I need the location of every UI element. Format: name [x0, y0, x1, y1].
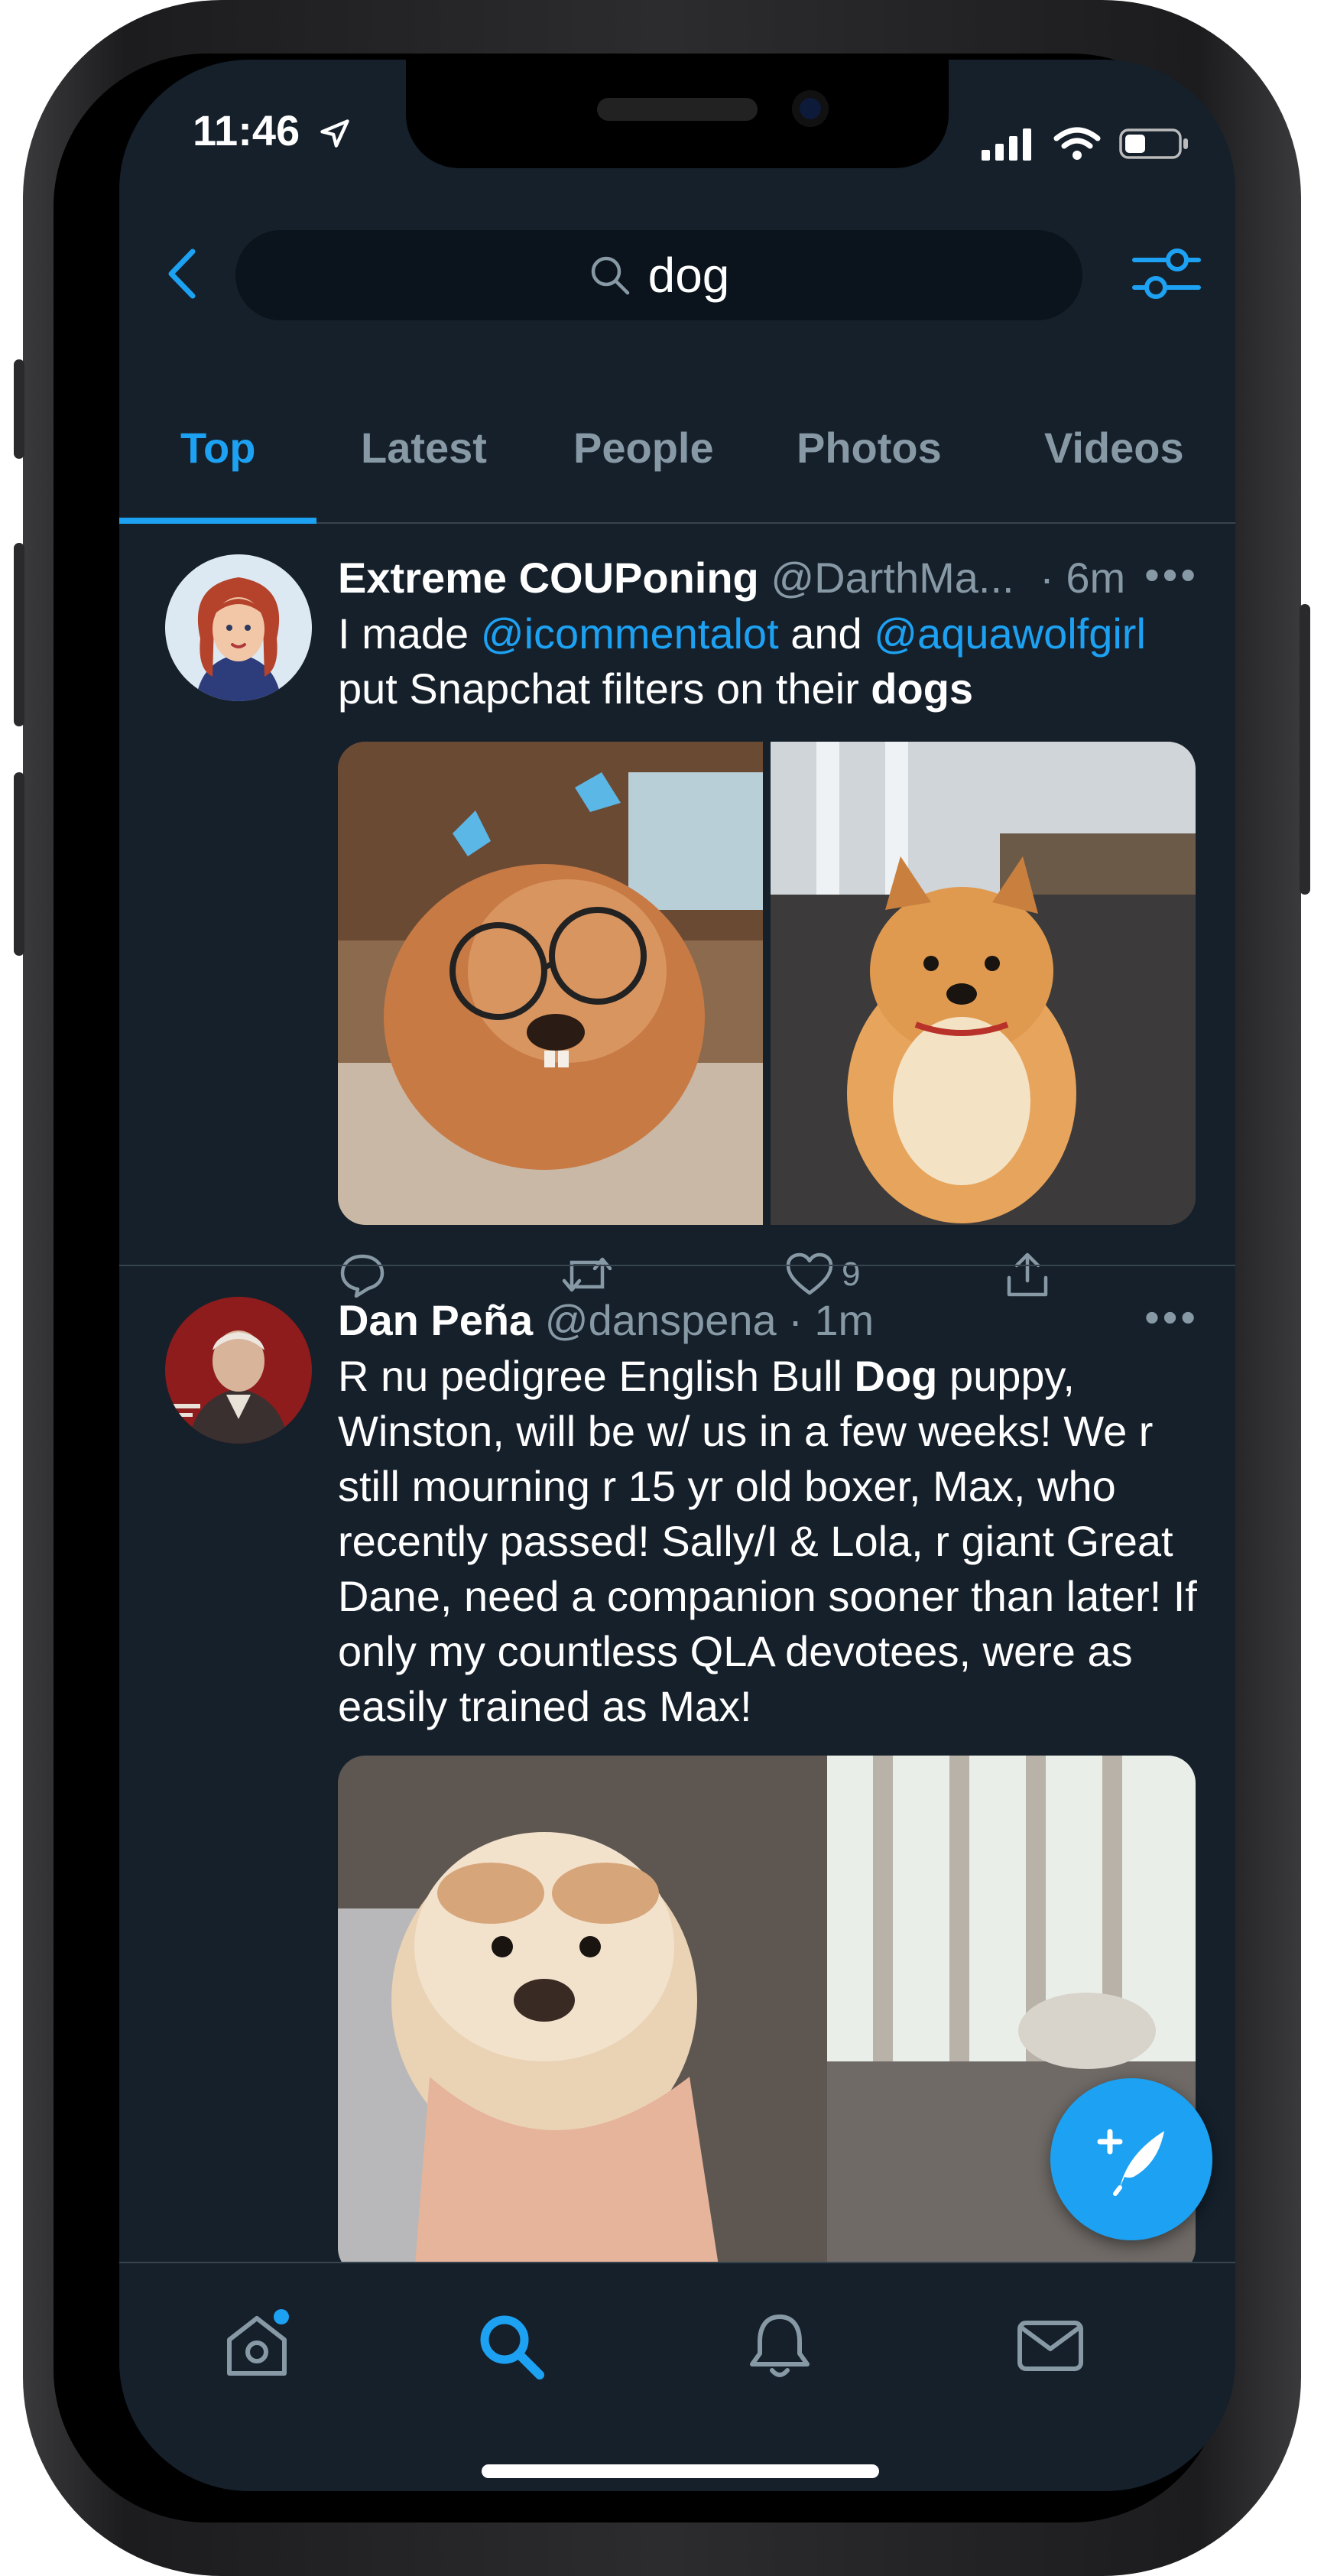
battery-icon — [1119, 128, 1188, 159]
timestamp: · 6m — [1040, 554, 1126, 602]
tweet-1[interactable]: Extreme COUPoning @DarthMa... · 6m ••• I… — [119, 524, 1235, 1327]
search-input[interactable]: dog — [235, 230, 1082, 320]
tweet-text: R nu pedigree English Bull Dog puppy, Wi… — [338, 1349, 1209, 1734]
search-icon — [591, 256, 629, 295]
sliders-icon — [1132, 249, 1201, 299]
more-options-button[interactable]: ••• — [1144, 1292, 1199, 1342]
speaker — [597, 98, 758, 121]
home-indicator[interactable] — [482, 2464, 879, 2478]
active-tab-indicator — [119, 518, 316, 524]
nav-home[interactable] — [219, 2308, 295, 2384]
handle[interactable]: @danspena — [545, 1296, 777, 1344]
tab-latest[interactable]: Latest — [361, 423, 487, 473]
volume-down-button — [14, 772, 24, 956]
tab-photos[interactable]: Photos — [797, 423, 942, 473]
mention-link[interactable]: @aquawolfgirl — [874, 609, 1146, 658]
volume-up-button — [14, 543, 24, 726]
display-name[interactable]: Dan Peña — [338, 1296, 533, 1344]
wifi-icon — [1053, 127, 1101, 160]
search-header: dog — [119, 224, 1235, 323]
messages-icon — [1017, 2321, 1083, 2371]
nav-notifications[interactable] — [742, 2308, 818, 2384]
tweet-header: Dan Peña @danspena · 1m — [338, 1295, 874, 1345]
chevron-left-icon — [168, 249, 196, 299]
highlighted-term: Dog — [854, 1352, 938, 1400]
avatar[interactable] — [165, 554, 312, 701]
mention-link[interactable]: @icommentalot — [481, 609, 779, 658]
notifications-icon — [750, 2315, 810, 2377]
tab-videos[interactable]: Videos — [1044, 423, 1184, 473]
search-tabs: Top Latest People Photos Videos — [119, 377, 1235, 524]
compose-feather-icon — [1097, 2129, 1164, 2196]
location-arrow-icon — [320, 119, 349, 148]
text-fragment: I made — [338, 609, 481, 658]
front-camera — [792, 90, 829, 127]
status-bar-time: 11:46 — [193, 106, 352, 167]
cartoon-avatar-image — [165, 554, 312, 701]
text-fragment: and — [778, 609, 875, 658]
nav-search[interactable] — [472, 2308, 549, 2384]
power-button — [1300, 604, 1310, 895]
avatar[interactable] — [165, 1297, 312, 1444]
timestamp: · 1m — [788, 1296, 875, 1344]
text-fragment: puppy, Winston, will be w/ us in a few w… — [338, 1352, 1197, 1730]
search-query: dog — [647, 248, 730, 303]
mute-switch — [14, 359, 24, 459]
cellular-signal-icon — [982, 128, 1031, 161]
back-button[interactable] — [150, 239, 219, 308]
screen: 11:46 dog Top Latest People Photos Video… — [119, 60, 1235, 2491]
notch — [406, 60, 949, 168]
profile-photo-image — [165, 1297, 312, 1444]
display-name[interactable]: Extreme COUPoning — [338, 554, 759, 602]
media-grid — [338, 742, 1196, 1225]
search-icon — [480, 2315, 544, 2379]
clock: 11:46 — [193, 106, 300, 154]
compose-tweet-button[interactable] — [1050, 2078, 1212, 2240]
tweet-header: Extreme COUPoning @DarthMa... · 6m — [338, 553, 1125, 603]
status-bar-indicators — [982, 113, 1189, 174]
new-content-dot — [274, 2309, 289, 2324]
more-options-button[interactable]: ••• — [1144, 550, 1199, 599]
nav-messages[interactable] — [1012, 2308, 1089, 2384]
highlighted-term: dogs — [871, 664, 974, 713]
dog-photo-glasses[interactable] — [338, 742, 763, 1225]
handle[interactable]: @DarthMa... — [771, 554, 1014, 602]
dog-photo-pomeranian[interactable] — [771, 742, 1196, 1225]
tab-top[interactable]: Top — [180, 423, 255, 473]
tab-people[interactable]: People — [573, 423, 714, 473]
text-fragment: R nu pedigree English Bull — [338, 1352, 855, 1400]
bottom-tab-bar — [119, 2262, 1235, 2491]
search-filter-button[interactable] — [1128, 239, 1205, 308]
tweet-text: I made @icommentalot and @aquawolfgirl p… — [338, 606, 1209, 716]
text-fragment: put Snapchat filters on their — [338, 664, 871, 713]
